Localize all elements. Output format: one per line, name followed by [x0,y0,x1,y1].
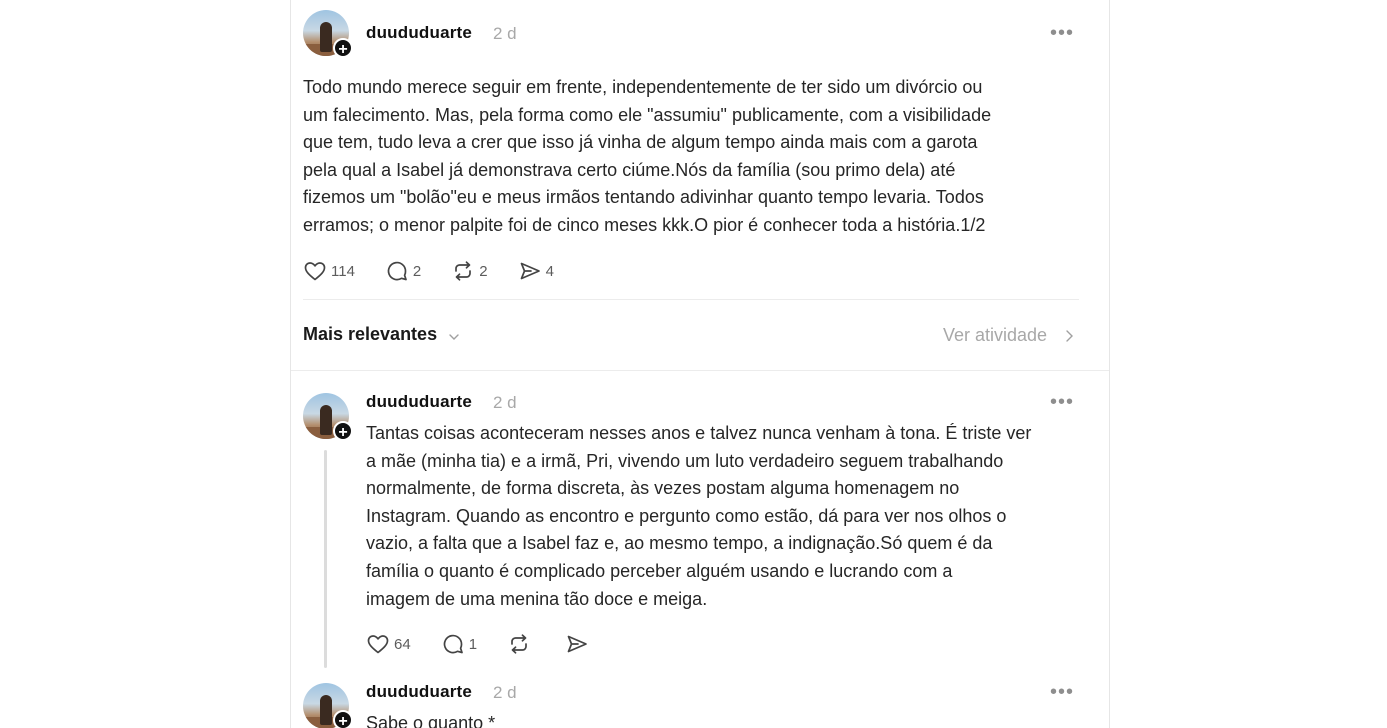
reply1-like-count: 64 [394,635,411,653]
page: + duududuarte 2 d ••• Todo mundo merece … [0,0,1387,728]
reply1-actions: 64 1 [366,632,623,656]
reply1-text: Tantas coisas aconteceram nesses anos e … [366,423,1032,609]
reply2-more-icon[interactable]: ••• [1050,682,1074,702]
share-count: 4 [545,262,554,280]
thread-line [324,450,327,668]
reply1-like-button[interactable]: 64 [366,632,411,656]
reply2-follow-plus-icon[interactable]: + [333,710,353,728]
follow-plus-icon[interactable]: + [333,38,353,58]
reply-button[interactable]: 2 [385,259,421,283]
view-activity-link[interactable]: Ver atividade [943,325,1047,346]
send-icon [520,262,540,280]
post-actions: 114 2 2 4 [303,259,584,283]
post-divider [303,299,1079,300]
heart-icon [367,635,389,654]
feed-column: + duududuarte 2 d ••• Todo mundo merece … [290,0,1110,728]
heart-icon [304,262,326,281]
repost-button[interactable]: 2 [451,259,488,283]
reply1-share-button[interactable] [565,632,593,656]
post-timestamp[interactable]: 2 d [493,24,517,44]
reply1-timestamp[interactable]: 2 d [493,393,517,413]
reply2-username[interactable]: duududuarte [366,682,472,702]
reply1-username[interactable]: duududuarte [366,392,472,412]
share-button[interactable]: 4 [518,259,554,283]
like-button[interactable]: 114 [303,259,355,283]
reply2-text: Sabe o quanto * [366,713,496,728]
post-more-icon[interactable]: ••• [1050,23,1074,43]
reply1-more-icon[interactable]: ••• [1050,392,1074,412]
reply1-follow-plus-icon[interactable]: + [333,421,353,441]
repost-count: 2 [479,262,488,280]
reply1-reply-button[interactable]: 1 [441,632,477,656]
send-icon [567,635,587,653]
post-username[interactable]: duududuarte [366,23,472,43]
comment-icon [387,261,407,281]
sort-divider [291,370,1109,371]
chevron-down-icon[interactable] [448,331,460,343]
reply1-repost-button[interactable] [507,632,535,656]
chevron-right-icon[interactable] [1064,329,1074,343]
like-count: 114 [331,262,355,280]
sort-dropdown[interactable]: Mais relevantes [303,324,437,345]
repost-icon [511,634,527,654]
repost-icon [455,261,472,281]
post-text: Todo mundo merece seguir em frente, inde… [303,77,992,235]
reply-count: 2 [412,262,422,280]
reply1-reply-count: 1 [468,635,478,653]
reply2-timestamp[interactable]: 2 d [493,683,517,703]
comment-icon [443,634,463,654]
